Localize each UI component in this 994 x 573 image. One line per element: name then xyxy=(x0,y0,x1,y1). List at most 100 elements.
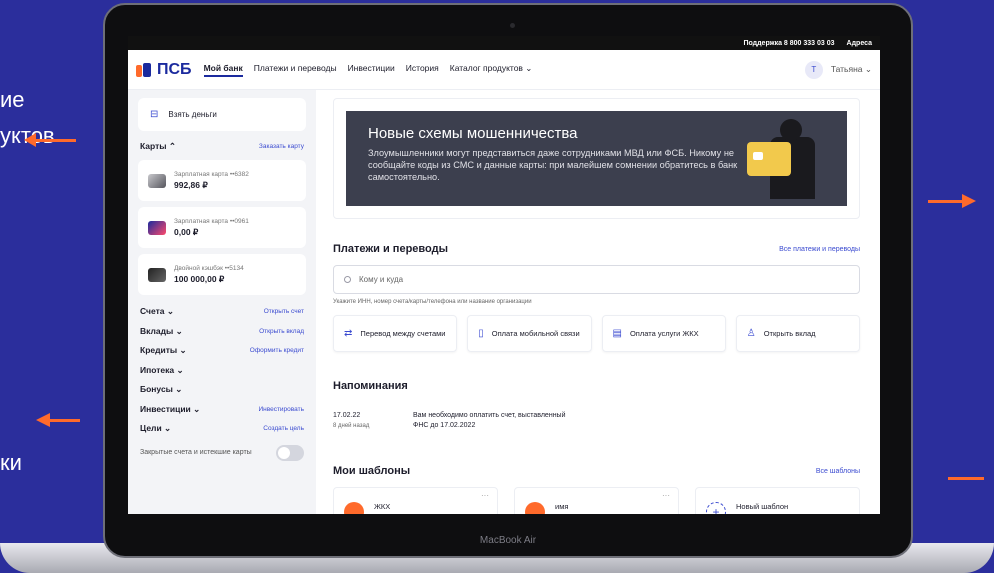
transfer-between-accounts-button[interactable]: ⇄ Перевод между счетами xyxy=(333,315,458,352)
action-label: Перевод между счетами xyxy=(360,329,446,338)
search-input[interactable]: Кому и куда xyxy=(333,265,860,294)
card-thumbnail xyxy=(148,267,166,282)
user-menu[interactable]: Т Татьяна ⌄ xyxy=(804,60,872,79)
logo[interactable]: ПСБ xyxy=(136,61,192,79)
template-icon xyxy=(344,502,364,514)
sidebar-item-goals[interactable]: Цели ⌄ Создать цель xyxy=(138,419,306,439)
template-label: имя xyxy=(555,502,569,511)
addresses-link[interactable]: Адреса xyxy=(847,40,872,47)
sidebar-item-mortgage[interactable]: Ипотека ⌄ xyxy=(138,361,306,381)
account-balance: 100 000,00 ₽ xyxy=(174,273,225,284)
section-label: Ипотека ⌄ xyxy=(140,364,184,375)
closed-accounts-toggle[interactable] xyxy=(276,444,304,461)
more-icon[interactable]: ··· xyxy=(662,491,670,500)
create-goal-link[interactable]: Создать цель xyxy=(263,425,304,432)
arrow-head-left-icon xyxy=(36,413,50,427)
more-icon[interactable]: ··· xyxy=(481,491,489,500)
account-name: Зарплатная карта ••0961 xyxy=(174,217,249,225)
camera-icon xyxy=(510,23,515,28)
template-icon xyxy=(525,502,545,514)
invest-link[interactable]: Инвестировать xyxy=(258,406,304,413)
template-card[interactable]: ··· ЖКХ xyxy=(333,487,498,514)
templates-title: Мои шаблоны xyxy=(333,465,411,477)
logo-text: ПСБ xyxy=(157,60,192,78)
main-nav: Мой банк Платежи и переводы Инвестиции И… xyxy=(203,63,533,77)
all-templates-link[interactable]: Все шаблоны xyxy=(816,468,860,475)
sidebar-item-accounts[interactable]: Счета ⌄ Открыть счет xyxy=(138,302,306,322)
take-money-label: Взять деньги xyxy=(168,110,217,119)
new-template-button[interactable]: + Новый шаблон xyxy=(695,487,860,514)
plus-icon: + xyxy=(706,502,726,514)
account-balance: 0,00 ₽ xyxy=(174,226,199,237)
account-card[interactable]: Зарплатная карта ••0961 0,00 ₽ xyxy=(138,207,306,248)
thief-illustration-icon xyxy=(745,119,825,199)
arrow-decoration xyxy=(36,139,76,142)
fraud-banner[interactable]: Новые схемы мошенничества Злоумышленники… xyxy=(346,111,847,206)
reminder-text: Вам необходимо оплатить счет, выставленн… xyxy=(413,412,566,419)
action-label: Открыть вклад xyxy=(763,329,816,338)
search-hint: Укажите ИНН, номер счета/карты/телефона … xyxy=(333,299,532,305)
arrow-head-left-icon xyxy=(24,133,36,147)
take-money-button[interactable]: ⊟ Взять деньги xyxy=(138,98,306,131)
template-label: Новый шаблон xyxy=(736,502,789,511)
open-deposit-button[interactable]: ♙ Открыть вклад xyxy=(735,315,860,352)
avatar: Т xyxy=(804,60,823,79)
sidebar-item-bonuses[interactable]: Бонусы ⌄ xyxy=(138,380,306,400)
banner-container: Новые схемы мошенничества Злоумышленники… xyxy=(333,98,860,219)
section-label: Кредиты ⌄ xyxy=(140,345,187,356)
open-account-link[interactable]: Открыть счет xyxy=(264,308,304,315)
nav-history[interactable]: История xyxy=(406,63,439,77)
reminder-item[interactable]: 17.02.22 8 дней назад Вам необходимо опл… xyxy=(333,411,860,431)
sidebar-item-credits[interactable]: Кредиты ⌄ Оформить кредит xyxy=(138,341,306,361)
sidebar-item-deposits[interactable]: Вклады ⌄ Открыть вклад xyxy=(138,322,306,342)
nav-investments[interactable]: Инвестиции xyxy=(348,63,395,77)
nav-payments[interactable]: Платежи и переводы xyxy=(254,63,337,77)
receipt-icon: ▤ xyxy=(612,328,622,339)
cards-section-header: Карты ⌃ Заказать карту xyxy=(140,141,304,152)
card-thumbnail xyxy=(148,220,166,235)
closed-accounts-label: Закрытые счета и истекшие карты xyxy=(140,448,252,456)
arrow-decoration xyxy=(928,200,964,203)
template-label: ЖКХ xyxy=(374,502,391,511)
reminder-date: 17.02.22 xyxy=(333,412,361,419)
templates-list: ··· ЖКХ ··· имя + Новый шаблон xyxy=(333,487,860,514)
section-label: Бонусы ⌄ xyxy=(140,384,183,395)
order-card-link[interactable]: Заказать карту xyxy=(259,143,304,150)
mobile-payment-button[interactable]: ▯ Оплата мобильной связи xyxy=(467,315,592,352)
header: ПСБ Мой банк Платежи и переводы Инвестиц… xyxy=(128,50,880,90)
nav-catalog[interactable]: Каталог продуктов ⌄ xyxy=(450,63,533,77)
sidebar-sections: Счета ⌄ Открыть счет Вклады ⌄ Открыть вкла… xyxy=(138,302,306,439)
utilities-payment-button[interactable]: ▤ Оплата услуги ЖКХ xyxy=(601,315,726,352)
sidebar: ⊟ Взять деньги Карты ⌃ Заказать карту За… xyxy=(128,90,316,514)
nav-my-bank[interactable]: Мой банк xyxy=(203,63,243,77)
account-card[interactable]: Двойной кэшбэк ••5134 100 000,00 ₽ xyxy=(138,254,306,295)
apply-credit-link[interactable]: Оформить кредит xyxy=(250,347,304,354)
template-card[interactable]: ··· имя xyxy=(514,487,679,514)
transfer-icon: ⇄ xyxy=(344,328,353,339)
app-screen: Поддержка 8 800 333 03 03 Адреса ПСБ Мой… xyxy=(128,36,880,514)
account-card[interactable]: Зарплатная карта ••6382 992,86 ₽ xyxy=(138,160,306,201)
user-name: Татьяна ⌄ xyxy=(830,64,872,74)
phone-icon: ▯ xyxy=(478,328,484,339)
search-placeholder: Кому и куда xyxy=(359,275,404,284)
action-label: Оплата услуги ЖКХ xyxy=(629,329,699,338)
payments-title: Платежи и переводы xyxy=(333,243,448,255)
section-label: Цели ⌄ xyxy=(140,423,172,434)
all-payments-link[interactable]: Все платежи и переводы xyxy=(779,246,860,253)
background-text-bottom: ки xyxy=(0,450,22,475)
wallet-icon: ⊟ xyxy=(150,109,159,120)
arrow-decoration xyxy=(948,477,984,480)
reminders-title: Напоминания xyxy=(333,380,408,392)
payment-actions: ⇄ Перевод между счетами ▯ Оплата мобильной… xyxy=(333,315,860,352)
open-deposit-link[interactable]: Открыть вклад xyxy=(259,328,304,335)
arrow-decoration xyxy=(50,419,80,422)
cards-title[interactable]: Карты ⌃ xyxy=(140,141,176,152)
account-name: Зарплатная карта ••6382 xyxy=(174,170,249,178)
main-content: Новые схемы мошенничества Злоумышленники… xyxy=(333,98,860,514)
action-label: Оплата мобильной связи xyxy=(491,329,580,338)
sidebar-item-investments[interactable]: Инвестиции ⌄ Инвестировать xyxy=(138,400,306,420)
support-phone[interactable]: Поддержка 8 800 333 03 03 xyxy=(743,40,834,47)
account-name: Двойной кэшбэк ••5134 xyxy=(174,264,244,272)
closed-accounts-row: Закрытые счета и истекшие карты xyxy=(138,444,306,461)
section-label: Вклады ⌄ xyxy=(140,325,183,336)
